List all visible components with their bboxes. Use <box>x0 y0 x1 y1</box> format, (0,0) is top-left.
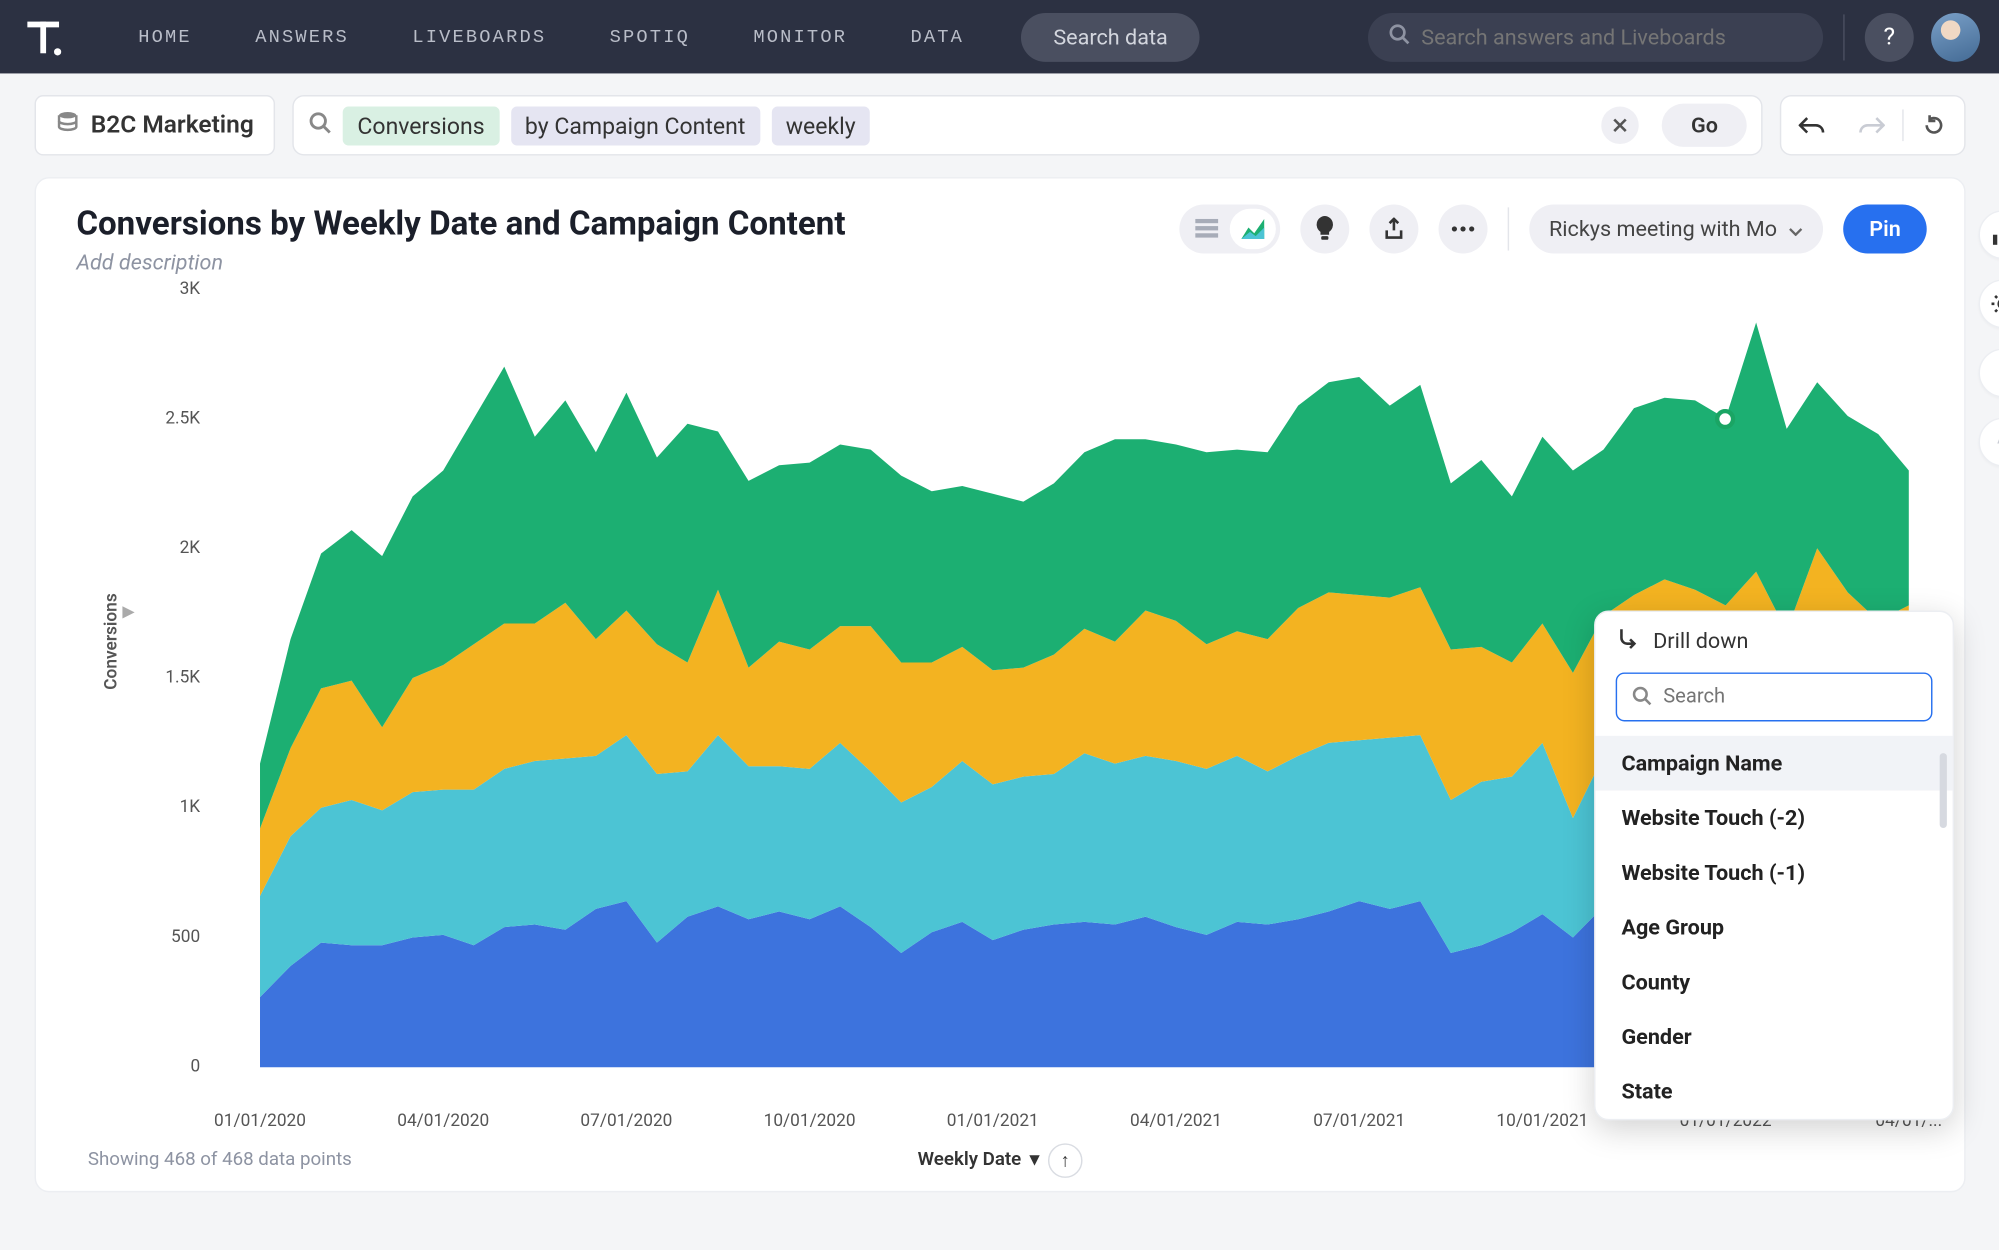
info-button[interactable]: i <box>1979 348 1999 397</box>
chart-config-button[interactable] <box>1979 210 1999 259</box>
go-button[interactable]: Go <box>1662 104 1747 147</box>
answer-title[interactable]: Conversions by Weekly Date and Campaign … <box>76 204 845 243</box>
x-tick-label: 07/01/2021 <box>1313 1110 1405 1130</box>
drill-item[interactable]: Campaign Name <box>1596 736 1953 791</box>
x-tick-label: 10/01/2021 <box>1496 1110 1588 1130</box>
separator <box>1507 207 1508 250</box>
nav-liveboards[interactable]: LIVEBOARDS <box>381 26 578 48</box>
pin-destination-dropdown[interactable]: Rickys meeting with Mo <box>1529 204 1823 253</box>
database-icon <box>56 110 79 140</box>
chart-view-button[interactable] <box>1229 209 1275 249</box>
nav-monitor[interactable]: MONITOR <box>722 26 879 48</box>
answer-description[interactable]: Add description <box>76 249 845 275</box>
settings-button[interactable] <box>1979 279 1999 328</box>
y-tick-label: 3K <box>148 277 200 297</box>
scrollbar-thumb[interactable] <box>1940 753 1947 828</box>
chevron-down-icon <box>1789 216 1803 242</box>
drill-down-menu: Drill down Campaign NameWebsite Touch (-… <box>1594 611 1954 1121</box>
clear-query-button[interactable] <box>1602 107 1639 144</box>
search-data-button[interactable]: Search data <box>1022 12 1200 61</box>
search-icon <box>1632 683 1652 710</box>
query-box[interactable]: Conversions by Campaign Content weekly G… <box>293 95 1763 155</box>
user-avatar[interactable] <box>1931 12 1980 61</box>
y-tick-label: 1K <box>148 796 200 816</box>
y-tick-label: 2K <box>148 537 200 557</box>
redo-button[interactable] <box>1842 115 1902 135</box>
drill-search-input[interactable] <box>1663 685 1919 708</box>
highlighted-point[interactable] <box>1716 408 1736 428</box>
nav-home[interactable]: HOME <box>107 26 224 48</box>
x-axis-label: Weekly Date <box>918 1149 1022 1171</box>
app-logo[interactable] <box>20 14 66 60</box>
drill-item[interactable]: Website Touch (-2) <box>1596 791 1953 846</box>
chevron-down-icon: ▾ <box>1030 1149 1039 1171</box>
drill-item[interactable]: Website Touch (-1) <box>1596 845 1953 900</box>
header-actions: Rickys meeting with Mo Pin <box>1179 204 1927 253</box>
y-axis-label: Conversions <box>101 593 121 690</box>
drill-search[interactable] <box>1616 672 1933 721</box>
nav-spotiq[interactable]: SPOTIQ <box>578 26 722 48</box>
share-button[interactable] <box>1369 204 1418 253</box>
x-tick-label: 07/01/2020 <box>580 1110 672 1130</box>
panel-header: Conversions by Weekly Date and Campaign … <box>36 179 1964 275</box>
drill-item[interactable]: State <box>1596 1064 1953 1119</box>
undo-redo-bar <box>1780 95 1966 155</box>
search-icon <box>308 111 331 140</box>
x-tick-label: 01/01/2020 <box>214 1110 306 1130</box>
global-search-input[interactable] <box>1421 24 1803 50</box>
drill-item[interactable]: County <box>1596 955 1953 1010</box>
panel-footer: Showing 468 of 468 data points Weekly Da… <box>88 1149 1912 1171</box>
answer-panel: Conversions by Weekly Date and Campaign … <box>35 177 1966 1192</box>
pin-destination-label: Rickys meeting with Mo <box>1549 216 1777 242</box>
nav-separator <box>1843 14 1844 60</box>
drill-down-header: Drill down <box>1596 612 1953 664</box>
nav-answers[interactable]: ANSWERS <box>224 26 381 48</box>
help-button[interactable]: ? <box>1865 12 1914 61</box>
data-points-label: Showing 468 of 468 data points <box>88 1149 352 1171</box>
drill-item[interactable]: Age Group <box>1596 900 1953 955</box>
drill-down-label: Drill down <box>1653 628 1748 654</box>
viz-toggle <box>1179 204 1280 253</box>
x-tick-label: 01/01/2021 <box>947 1110 1039 1130</box>
alert-button[interactable] <box>1979 418 1999 467</box>
y-tick-label: 0 <box>148 1056 200 1076</box>
nav-data[interactable]: DATA <box>879 26 996 48</box>
reset-button[interactable] <box>1904 114 1964 137</box>
x-tick-label: 10/01/2020 <box>764 1110 856 1130</box>
x-tick-label: 04/01/2021 <box>1130 1110 1222 1130</box>
drill-item[interactable]: Gender <box>1596 1009 1953 1064</box>
insights-button[interactable] <box>1300 204 1349 253</box>
datasource-name: B2C Marketing <box>91 111 254 140</box>
table-view-button[interactable] <box>1183 209 1229 249</box>
undo-button[interactable] <box>1781 115 1841 135</box>
global-search[interactable] <box>1368 12 1823 61</box>
query-token-measure[interactable]: Conversions <box>343 106 499 145</box>
y-tick-label: 2.5K <box>148 407 200 427</box>
sort-button[interactable]: ↑ <box>1048 1143 1083 1178</box>
expand-legend-handle[interactable]: ▶ <box>122 602 134 621</box>
top-nav: HOME ANSWERS LIVEBOARDS SPOTIQ MONITOR D… <box>0 0 1999 73</box>
x-tick-label: 04/01/2020 <box>397 1110 489 1130</box>
query-row: B2C Marketing Conversions by Campaign Co… <box>0 73 1999 177</box>
x-axis-control[interactable]: Weekly Date ▾ ↑ <box>918 1143 1083 1178</box>
drill-down-icon <box>1619 626 1639 655</box>
query-token-attribute[interactable]: by Campaign Content <box>511 106 760 145</box>
y-tick-label: 1.5K <box>148 666 200 686</box>
search-icon <box>1388 23 1410 50</box>
datasource-selector[interactable]: B2C Marketing <box>35 95 276 155</box>
more-actions-button[interactable] <box>1438 204 1487 253</box>
right-rail: i <box>1979 210 1999 466</box>
y-tick-label: 500 <box>148 926 200 946</box>
pin-button[interactable]: Pin <box>1843 204 1926 253</box>
query-token-time[interactable]: weekly <box>771 106 870 145</box>
